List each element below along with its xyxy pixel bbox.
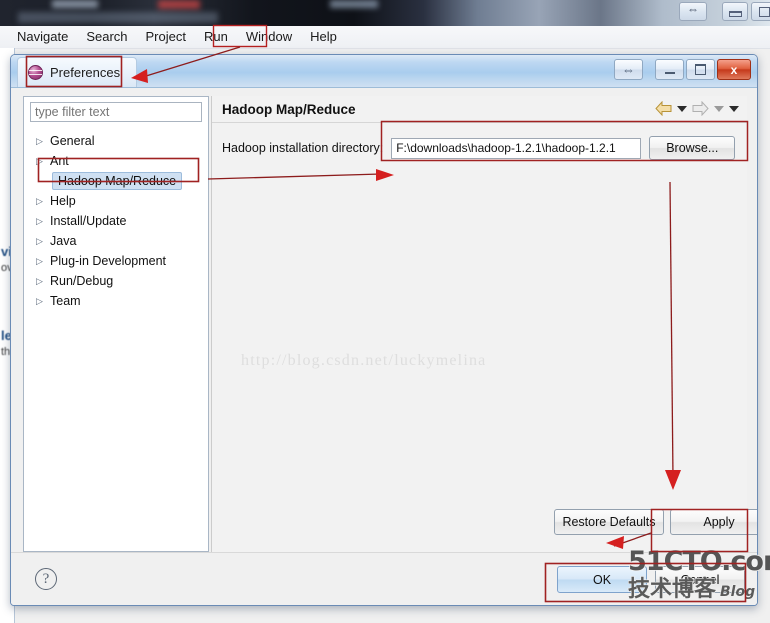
chevron-right-icon: ▷: [36, 195, 43, 206]
background-maximize-button[interactable]: [751, 2, 770, 21]
browse-button[interactable]: Browse...: [649, 136, 736, 160]
tree-item-label: Ant: [50, 154, 69, 168]
chevron-right-icon: ▷: [36, 235, 43, 246]
filter-input[interactable]: [30, 102, 202, 122]
forward-dropdown-chevron-down-icon: [714, 105, 724, 112]
menu-item-search[interactable]: Search: [77, 27, 136, 47]
chevron-right-icon: ▷: [36, 295, 43, 306]
maximize-icon: [758, 7, 770, 17]
tree-item-label: Install/Update: [50, 214, 127, 228]
dialog-minimize-button[interactable]: [655, 59, 684, 80]
minimize-icon: [664, 72, 675, 74]
dialog-titlebar: Preferences ⇔ x: [11, 55, 757, 88]
background-minimize-button[interactable]: [722, 2, 748, 21]
tree-item-label: Plug-in Development: [50, 254, 167, 268]
menu-item-window[interactable]: Window: [237, 27, 301, 47]
close-icon: x: [730, 62, 738, 77]
hadoop-directory-input[interactable]: [391, 137, 642, 159]
preferences-tree: ▷ General ▷ Ant Hadoop Map/Reduce ▷ Help…: [24, 129, 208, 551]
apply-button[interactable]: Apply: [670, 509, 757, 535]
chevron-right-icon: ▷: [36, 135, 43, 146]
restore-icon: ⇔: [622, 62, 635, 77]
page-nav-controls: [655, 101, 739, 116]
page-menu-chevron-down-icon[interactable]: [729, 105, 739, 112]
dialog-title: Preferences: [50, 65, 121, 80]
tree-item-general[interactable]: ▷ General: [24, 131, 208, 151]
tree-item-run-debug[interactable]: ▷ Run/Debug: [24, 271, 208, 291]
hadoop-directory-label: Hadoop installation directory:: [222, 141, 384, 155]
tree-item-install-update[interactable]: ▷ Install/Update: [24, 211, 208, 231]
menu-bar: Navigate Search Project Run Window Help: [0, 26, 770, 49]
tree-item-hadoop-map-reduce[interactable]: Hadoop Map/Reduce: [24, 171, 208, 191]
cancel-button[interactable]: Cancel: [655, 566, 745, 593]
preferences-dialog: Preferences ⇔ x ▷ General: [10, 54, 758, 606]
background-titlebar-strip: [0, 0, 770, 26]
chevron-right-icon: ▷: [36, 275, 43, 286]
page-title-divider: [212, 122, 748, 123]
menu-item-help[interactable]: Help: [301, 27, 346, 47]
page-title: Hadoop Map/Reduce: [222, 102, 356, 117]
dialog-maximize-button[interactable]: [686, 59, 715, 80]
dialog-title-tab: Preferences: [17, 57, 138, 87]
dialog-body: ▷ General ▷ Ant Hadoop Map/Reduce ▷ Help…: [11, 88, 757, 605]
question-mark-icon[interactable]: ?: [35, 568, 57, 590]
preferences-tree-pane: ▷ General ▷ Ant Hadoop Map/Reduce ▷ Help…: [23, 96, 209, 552]
restore-defaults-button[interactable]: Restore Defaults: [554, 509, 664, 535]
background-text-fragment-4: th: [1, 346, 11, 358]
dialog-restore-button[interactable]: ⇔: [614, 59, 643, 80]
eclipse-icon: [28, 65, 43, 80]
menu-item-navigate[interactable]: Navigate: [8, 27, 77, 47]
hadoop-directory-row: Hadoop installation directory: Browse...: [222, 136, 736, 160]
background-restore-button[interactable]: ⇔: [679, 2, 707, 21]
tree-item-label: Help: [50, 194, 76, 208]
tree-item-label: Hadoop Map/Reduce: [52, 172, 183, 190]
tree-item-label: Team: [50, 294, 81, 308]
forward-arrow-icon: [692, 101, 709, 116]
chevron-right-icon: ▷: [36, 215, 43, 226]
chevron-right-icon: ▷: [36, 255, 43, 266]
minimize-icon: [728, 11, 742, 17]
menu-item-project[interactable]: Project: [137, 27, 195, 47]
tree-item-team[interactable]: ▷ Team: [24, 291, 208, 311]
preference-page-pane: Hadoop Map/Reduce Hadoop installation di…: [211, 96, 757, 552]
dialog-footer: ? OK Cancel: [11, 552, 757, 605]
tree-item-label: Java: [50, 234, 77, 248]
menu-item-run[interactable]: Run: [195, 27, 237, 47]
tree-item-plug-in-development[interactable]: ▷ Plug-in Development: [24, 251, 208, 271]
restore-icon: ⇔: [687, 2, 699, 16]
ok-button[interactable]: OK: [557, 566, 647, 593]
dialog-window-buttons: ⇔ x: [614, 59, 751, 80]
tree-item-label: Run/Debug: [50, 274, 114, 288]
chevron-right-icon: ▷: [36, 155, 43, 166]
back-arrow-icon[interactable]: [655, 101, 672, 116]
tree-item-ant[interactable]: ▷ Ant: [24, 151, 208, 171]
dialog-close-button[interactable]: x: [717, 59, 751, 80]
tree-item-help[interactable]: ▷ Help: [24, 191, 208, 211]
csdn-blog-watermark: http://blog.csdn.net/luckymelina: [241, 352, 487, 369]
tree-item-java[interactable]: ▷ Java: [24, 231, 208, 251]
back-dropdown-chevron-down-icon[interactable]: [677, 105, 687, 112]
maximize-icon: [695, 64, 706, 75]
tree-item-label: General: [50, 134, 95, 148]
